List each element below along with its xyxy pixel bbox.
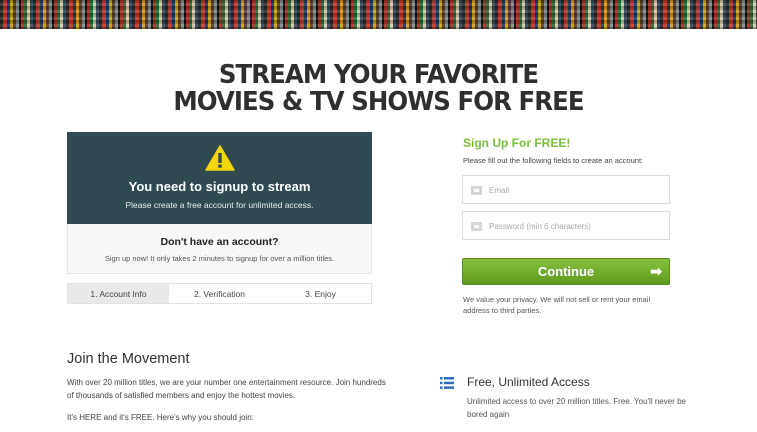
step-verification: 2. Verification <box>169 284 270 303</box>
headline-line-1: STREAM YOUR FAVORITE <box>218 60 539 90</box>
lock-icon <box>471 222 482 231</box>
notice-title: You need to signup to stream <box>128 179 311 194</box>
continue-button[interactable]: Continue ➡ <box>462 258 670 285</box>
join-text-2: It's HERE and it's FREE. Here's why you … <box>67 413 254 422</box>
join-title: Join the Movement <box>67 351 190 367</box>
no-account-subtitle: Sign up now! It only takes 2 minutes to … <box>104 254 335 263</box>
notice-subtitle: Please create a free account for unlimit… <box>125 200 314 210</box>
feature-title: Free, Unlimited Access <box>467 375 590 389</box>
movie-poster-banner <box>0 0 757 29</box>
headline-line-2: MOVIES & TV SHOWS FOR FREE <box>173 87 584 117</box>
email-input[interactable] <box>489 182 664 198</box>
list-icon <box>440 377 454 389</box>
arrow-right-icon: ➡ <box>650 263 662 279</box>
no-account-title: Don't have an account? <box>160 236 279 248</box>
warning-icon <box>205 145 235 171</box>
password-field[interactable] <box>462 211 670 240</box>
feature-text: Unlimited access to over 20 million titl… <box>467 397 686 419</box>
signup-required-notice: You need to signup to stream Please crea… <box>67 132 372 224</box>
step-account-info: 1. Account Info <box>68 284 169 303</box>
signup-title: Sign Up For FREE! <box>463 136 571 150</box>
signup-subtitle: Please fill out the following fields to … <box>463 156 644 165</box>
continue-label: Continue <box>537 264 595 279</box>
password-input[interactable] <box>489 218 664 234</box>
signup-steps: 1. Account Info 2. Verification 3. Enjoy <box>67 283 372 304</box>
join-text: With over 20 million titles, we are your… <box>67 378 386 400</box>
email-icon <box>471 186 482 195</box>
step-enjoy: 3. Enjoy <box>270 284 371 303</box>
email-field[interactable] <box>462 175 670 204</box>
no-account-panel: Don't have an account? Sign up now! It o… <box>67 224 372 274</box>
privacy-note: We value your privacy. We will not sell … <box>463 295 651 315</box>
